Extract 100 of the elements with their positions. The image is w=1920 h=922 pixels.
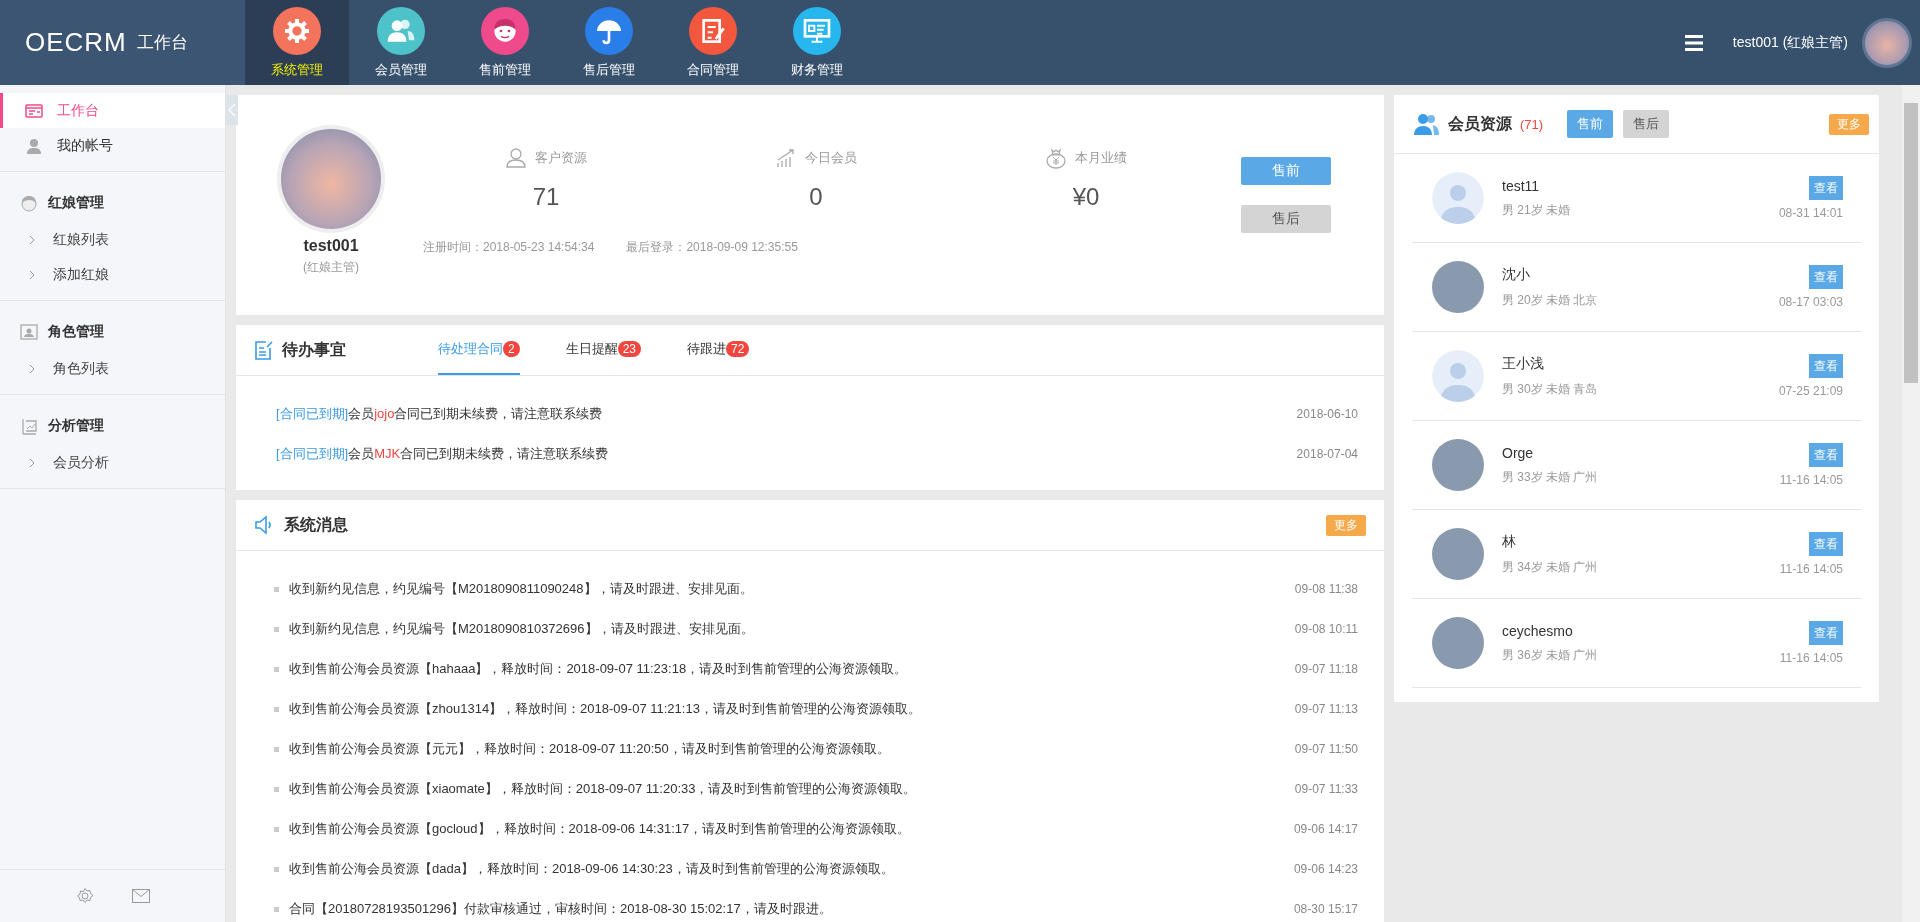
todo-tab[interactable]: 生日提醒 23 <box>565 325 642 375</box>
card-title: 系统消息 <box>284 514 348 535</box>
nav-tab[interactable]: 售前管理 <box>453 0 557 85</box>
member-name: ceychesmo <box>1502 622 1574 639</box>
member-time: 11-16 14:05 <box>1779 651 1843 665</box>
menu-icon <box>1684 34 1703 51</box>
avatar-photo[interactable] <box>1862 17 1912 68</box>
count-badge: 23 <box>617 341 642 357</box>
user-outline-icon <box>505 147 527 169</box>
message-time: 09-08 11:38 <box>1294 582 1358 596</box>
message-time: 08-30 15:17 <box>1293 902 1358 916</box>
settings-icon <box>75 887 94 905</box>
nav-tab[interactable]: 财务管理 <box>765 0 869 85</box>
todo-tab[interactable]: 待跟进 72 <box>687 325 750 375</box>
nav-tab[interactable]: 系统管理 <box>245 0 349 85</box>
collapse-sidebar-button[interactable] <box>226 95 238 125</box>
user-name[interactable]: test001 (红娘主管) <box>1732 33 1848 52</box>
woman-face-icon <box>20 194 38 212</box>
member-details: 男 36岁 未婚 广州 <box>1502 646 1599 664</box>
member-time: 08-31 14:01 <box>1778 206 1843 220</box>
photo-placeholder <box>1432 528 1484 580</box>
message-time: 09-07 11:50 <box>1294 742 1358 756</box>
message-text: 收到售前公海会员资源【hahaaa】，释放时间：2018-09-07 11:23:18，请及时到售前管理的公海资源领取。 <box>289 660 909 678</box>
member-name: 林 <box>1502 532 1517 551</box>
sidebar-item[interactable]: 工作台 <box>0 93 225 128</box>
sidebar-link[interactable]: 会员分析 <box>53 453 109 472</box>
message-text: 收到新约见信息，约见编号【M2018090811090248】，请及时跟进、安排见面。 <box>289 580 754 598</box>
scrollbar[interactable] <box>1902 85 1920 922</box>
todo-date: 2018-06-10 <box>1296 407 1358 421</box>
stat-value: 71 <box>532 183 560 211</box>
message-text: 收到新约见信息，约见编号【M2018090810372696】，请及时跟进、安排见面。 <box>289 620 755 638</box>
member-name: 王小浅 <box>1502 354 1545 373</box>
checklist-icon <box>254 340 274 360</box>
filter-button[interactable]: 售后 <box>1241 205 1331 233</box>
member-details: 男 33岁 未婚 广州 <box>1502 468 1599 486</box>
todo-message: [合同已到期]会员MJK合同已到期未续费，请注意联系续费 <box>276 445 609 463</box>
stat-value: 0 <box>809 183 823 211</box>
bullet-icon <box>274 586 279 592</box>
message-text: 合同【20180728193501296】付款审核通过，审核时间：2018-08-30 15:02:17，请及时跟进。 <box>289 900 833 918</box>
sidebar-link[interactable]: 角色列表 <box>53 359 109 378</box>
member-time: 07-25 21:09 <box>1778 384 1843 398</box>
nav-tab[interactable]: 会员管理 <box>349 0 453 85</box>
app-logo: OECRM <box>25 27 127 58</box>
chevron-right-icon <box>29 363 35 374</box>
users-icon <box>1414 112 1440 136</box>
nav-tab[interactable]: 售后管理 <box>557 0 661 85</box>
todo-message: [合同已到期]会员jojo合同已到期未续费，请注意联系续费 <box>276 405 603 423</box>
bullet-icon <box>274 826 279 832</box>
message-text: 收到售前公海会员资源【zhou1314】，释放时间：2018-09-07 11:21:13，请及时到售前管理的公海资源领取。 <box>289 700 922 718</box>
avatar-silhouette-icon <box>1432 172 1484 224</box>
todo-date: 2018-07-04 <box>1296 447 1358 461</box>
registration-time: 注册时间：2018-05-23 14:54:34 <box>423 239 595 256</box>
message-text: 收到售前公海会员资源【元元】，释放时间：2018-09-07 11:20:50，请及时到售前管理的公海资源领取。 <box>289 740 891 758</box>
card-title: 待办事宜 <box>282 339 346 360</box>
message-text: 收到售前公海会员资源【gocloud】，释放时间：2018-09-06 14:31:17，请及时到售前管理的公海资源领取。 <box>289 820 912 838</box>
mail-icon <box>131 889 150 903</box>
stat-value: ¥0 <box>1072 183 1100 211</box>
count-badge: 72 <box>726 341 750 357</box>
photo-placeholder <box>1432 261 1484 313</box>
member-details: 男 21岁 未婚 <box>1502 201 1571 219</box>
member-details: 男 20岁 未婚 北京 <box>1502 291 1599 309</box>
sidebar-group-title: 角色管理 <box>48 323 104 341</box>
member-time: 08-17 03:03 <box>1778 295 1843 309</box>
member-name: 沈小 <box>1502 265 1531 284</box>
todo-tab[interactable]: 待处理合同 2 <box>438 325 520 375</box>
message-text: 收到售前公海会员资源【dada】，释放时间：2018-09-06 14:30:23，请及时到售前管理的公海资源领取。 <box>289 860 895 878</box>
bullet-icon <box>274 866 279 872</box>
stat-label: 客户资源 <box>535 149 587 167</box>
member-count: (71) <box>1520 116 1544 132</box>
chevron-right-icon <box>29 234 35 245</box>
member-details: 男 30岁 未婚 青岛 <box>1502 380 1599 398</box>
member-time: 11-16 14:05 <box>1779 473 1843 487</box>
growth-chart-icon <box>775 147 797 169</box>
filter-tab[interactable]: 售后 <box>1623 110 1670 138</box>
sidebar-group-title: 红娘管理 <box>48 194 104 212</box>
card-title: 会员资源 <box>1448 113 1512 134</box>
id-card-icon <box>20 323 38 341</box>
photo-placeholder <box>1432 439 1484 491</box>
avatar-silhouette-icon <box>1432 350 1484 402</box>
scroll-thumb[interactable] <box>1904 103 1918 383</box>
message-time: 09-07 11:13 <box>1294 702 1358 716</box>
profile-role: (红娘主管) <box>303 259 359 276</box>
sidebar-item[interactable]: 我的帐号 <box>0 128 225 163</box>
person-icon <box>25 136 43 155</box>
sidebar-link[interactable]: 添加红娘 <box>53 265 109 284</box>
photo-placeholder <box>1432 617 1484 669</box>
message-text: 收到售前公海会员资源【xiaomate】，释放时间：2018-09-07 11:20:33，请及时到售前管理的公海资源领取。 <box>289 780 918 798</box>
chevron-right-icon <box>29 269 35 280</box>
dashboard-icon <box>25 101 43 120</box>
message-time: 09-07 11:18 <box>1294 662 1358 676</box>
app-subtitle: 工作台 <box>136 32 188 54</box>
money-bag-icon <box>1045 147 1067 169</box>
sidebar-link[interactable]: 红娘列表 <box>53 230 109 249</box>
bullet-icon <box>274 746 279 752</box>
nav-tab[interactable]: 合同管理 <box>661 0 765 85</box>
bullet-icon <box>274 906 279 912</box>
member-name: Orge <box>1502 444 1535 461</box>
member-details: 男 34岁 未婚 广州 <box>1502 558 1599 576</box>
profile-name: test001 <box>303 237 359 255</box>
chevron-right-icon <box>29 457 35 468</box>
